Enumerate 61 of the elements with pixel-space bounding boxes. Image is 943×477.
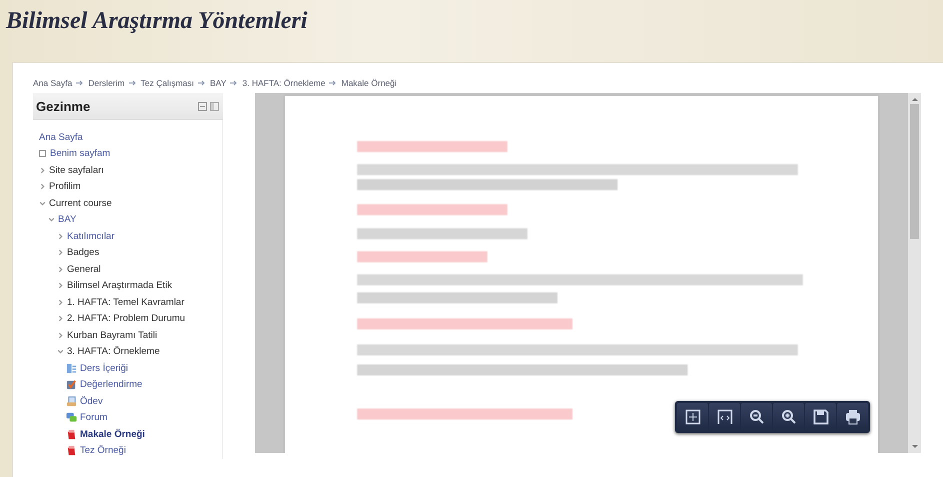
save-icon	[812, 409, 828, 425]
block-title: Gezinme	[36, 98, 90, 114]
fit-width-icon	[716, 409, 732, 425]
chevron-right-icon[interactable]	[57, 249, 64, 256]
tree-item[interactable]: Katılımcılar	[67, 230, 115, 242]
tree-item[interactable]: Bilimsel Araştırmada Etik	[67, 280, 172, 292]
arrow-right-icon	[76, 80, 84, 86]
print-icon	[844, 409, 860, 425]
tree-item[interactable]: Current course	[49, 198, 112, 209]
activity-link[interactable]: Tez Örneği	[80, 445, 126, 456]
tree-item[interactable]: General	[67, 264, 101, 275]
page-icon	[66, 362, 77, 374]
checkmark-icon	[66, 379, 77, 390]
chevron-right-icon[interactable]	[57, 315, 64, 322]
chevron-right-icon[interactable]	[39, 183, 46, 190]
activity-link[interactable]: Ödev	[80, 396, 103, 407]
tree-item[interactable]: 3. HAFTA: Örnekleme	[67, 346, 160, 358]
course-title: Bilimsel Araştırma Yöntemleri	[4, 7, 308, 36]
arrow-right-icon	[198, 80, 206, 86]
breadcrumb-link[interactable]: Tez Çalışması	[140, 78, 194, 88]
bullet-icon	[39, 150, 46, 158]
activity-link[interactable]: Ders İçeriği	[80, 362, 128, 374]
chevron-down-icon[interactable]	[48, 216, 55, 224]
arrow-right-icon	[128, 80, 137, 86]
chevron-right-icon[interactable]	[57, 298, 64, 306]
tree-item[interactable]: Site sayfaları	[49, 164, 104, 176]
zoom-in-icon	[780, 409, 796, 425]
chevron-right-icon[interactable]	[57, 332, 64, 339]
breadcrumb-link[interactable]: Makale Örneği	[341, 78, 397, 88]
nav-link[interactable]: Ana Sayfa	[39, 132, 83, 143]
chevron-down-icon[interactable]	[39, 200, 46, 207]
breadcrumb-link[interactable]: 3. HAFTA: Örnekleme	[242, 78, 326, 88]
tree-item[interactable]: 2. HAFTA: Problem Durumu	[67, 313, 186, 324]
activity-link[interactable]: Forum	[80, 412, 108, 424]
chevron-down-icon[interactable]	[57, 348, 64, 356]
scrollbar[interactable]	[908, 93, 921, 453]
tree-item[interactable]: Kurban Bayramı Tatili	[67, 330, 158, 341]
chat-icon	[66, 412, 77, 424]
activity-link[interactable]: Makale Örneği	[80, 428, 145, 440]
scroll-up-icon[interactable]	[912, 97, 918, 101]
zoom-out-icon	[748, 409, 764, 425]
chevron-right-icon[interactable]	[57, 266, 64, 273]
tree-item[interactable]: Profilim	[49, 181, 81, 192]
activity-link[interactable]: Değerlendirme	[80, 379, 142, 390]
document-icon	[66, 396, 77, 407]
breadcrumb-link[interactable]: BAY	[210, 78, 226, 88]
chevron-right-icon[interactable]	[39, 166, 46, 174]
tree-item[interactable]: Badges	[67, 247, 100, 258]
tree-item[interactable]: BAY	[58, 214, 76, 226]
fit-page-icon	[684, 409, 700, 425]
dock-icon[interactable]	[210, 102, 219, 110]
arrow-right-icon	[230, 80, 238, 86]
collapse-icon[interactable]	[198, 102, 207, 110]
breadcrumb-link[interactable]: Ana Sayfa	[33, 78, 72, 88]
nav-link[interactable]: Benim sayfam	[50, 148, 110, 160]
chevron-right-icon[interactable]	[57, 232, 64, 240]
scroll-down-icon[interactable]	[912, 445, 918, 449]
arrow-right-icon	[329, 80, 338, 86]
chevron-right-icon[interactable]	[57, 282, 64, 290]
breadcrumb-link[interactable]: Derslerim	[88, 78, 125, 88]
tree-item[interactable]: 1. HAFTA: Temel Kavramlar	[67, 296, 184, 308]
